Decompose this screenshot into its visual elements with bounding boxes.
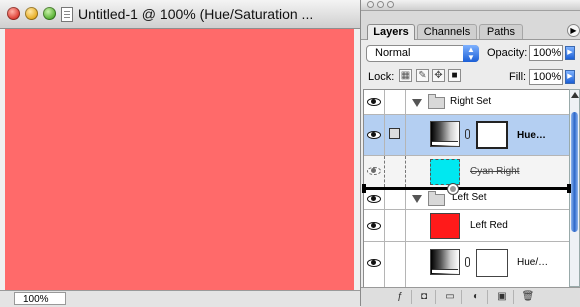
mask-link-chain-icon[interactable] — [465, 129, 470, 139]
add-mask-icon[interactable]: ◘ — [413, 290, 436, 304]
mask-thumbnail[interactable] — [476, 249, 508, 277]
visibility-cell[interactable] — [364, 188, 385, 209]
layer-name: Right Set — [450, 96, 492, 107]
grab-cursor-icon — [447, 183, 459, 195]
scroll-thumb[interactable] — [571, 112, 578, 232]
link-cell[interactable] — [385, 156, 406, 187]
document-status-bar: 100% — [0, 290, 360, 307]
visibility-eye-icon[interactable] — [367, 222, 381, 230]
insertion-line-cap — [567, 184, 571, 193]
close-button-icon[interactable] — [7, 7, 20, 20]
palette-title-bar[interactable] — [361, 0, 580, 11]
layer-name: Hue… — [517, 130, 546, 141]
mask-link-chain-icon[interactable] — [465, 257, 470, 267]
visibility-cell[interactable] — [364, 90, 385, 114]
document-title-bar[interactable]: Untitled-1 @ 100% (Hue/Saturation ... — [0, 0, 360, 29]
link-cell[interactable] — [385, 242, 406, 288]
fill-slider-arrow-icon[interactable]: ▶ — [565, 70, 575, 84]
new-set-folder-icon[interactable]: ▭ — [439, 290, 462, 304]
layer-set-folder-icon — [428, 94, 445, 109]
link-cell[interactable] — [385, 90, 406, 114]
tab-layers[interactable]: Layers — [367, 24, 415, 40]
lock-label: Lock: — [368, 71, 395, 83]
layer-name: Cyan Right — [470, 166, 520, 177]
link-cell[interactable] — [385, 210, 406, 241]
layer-row-left-set[interactable]: Left Set — [364, 188, 569, 210]
trash-icon[interactable]: 🗑 — [517, 290, 539, 304]
layer-style-icon[interactable]: ƒ — [389, 290, 412, 304]
layer-name: Hue/… — [517, 257, 549, 268]
fill-field[interactable]: 100% — [529, 69, 563, 85]
palette-footer: ƒ ◘ ▭ ◐ ▣ 🗑 — [361, 287, 580, 307]
minimize-button-icon[interactable] — [25, 7, 38, 20]
lock-transparency-icon[interactable]: ▦ — [399, 69, 412, 82]
palette-tabs: Layers Channels Paths ▶ — [361, 11, 580, 40]
lock-position-move-icon[interactable]: ✥ — [432, 69, 445, 82]
zoom-level-field[interactable]: 100% — [14, 292, 66, 305]
layer-mask-indicator-icon — [389, 128, 400, 139]
visibility-eye-icon[interactable] — [367, 195, 381, 203]
layer-set-folder-icon — [428, 191, 445, 206]
document-window: Untitled-1 @ 100% (Hue/Saturation ... 10… — [0, 0, 361, 307]
layer-row-cyan-right[interactable]: Cyan Right — [364, 156, 569, 188]
mask-thumbnail[interactable] — [476, 121, 508, 149]
lock-row: Lock: ▦ ✎ ✥ ■ Fill: 100% ▶ — [361, 68, 580, 88]
layer-name: Left Red — [470, 220, 508, 231]
lock-all-padlock-icon[interactable]: ■ — [448, 69, 461, 82]
blend-mode-select[interactable]: Normal ▲ ▼ — [366, 45, 479, 62]
visibility-eye-icon[interactable] — [367, 259, 381, 267]
opacity-slider-arrow-icon[interactable]: ▶ — [565, 46, 575, 60]
link-cell[interactable] — [385, 188, 406, 209]
link-cell[interactable] — [385, 115, 406, 155]
visibility-cell[interactable] — [364, 156, 385, 187]
layer-row-hue-adjustment[interactable]: Hue… — [364, 115, 569, 156]
scroll-up-arrow-icon[interactable] — [571, 92, 579, 98]
layer-row-right-set[interactable]: Right Set — [364, 90, 569, 115]
layer-name: Left Set — [452, 192, 487, 203]
expand-triangle-icon[interactable] — [412, 195, 422, 203]
insertion-line-cap — [362, 184, 366, 193]
opacity-field[interactable]: 100% — [529, 45, 563, 61]
palette-menu-arrow-icon[interactable]: ▶ — [567, 24, 580, 37]
layer-row-left-red[interactable]: Left Red — [364, 210, 569, 242]
document-proxy-icon[interactable] — [61, 7, 73, 22]
visibility-cell[interactable] — [364, 210, 385, 241]
layer-row-hue-adjustment-left[interactable]: Hue/… — [364, 242, 569, 288]
visibility-eye-icon[interactable] — [367, 98, 381, 106]
palette-minimize-icon[interactable] — [377, 1, 384, 8]
image-canvas[interactable] — [5, 29, 354, 290]
adjustment-thumbnail[interactable] — [430, 121, 460, 147]
expand-triangle-icon[interactable] — [412, 99, 422, 107]
visibility-cell[interactable] — [364, 115, 385, 155]
new-adjustment-layer-icon[interactable]: ◐ — [465, 290, 488, 304]
blend-mode-value: Normal — [375, 47, 411, 59]
fill-label: Fill: — [509, 71, 527, 83]
layers-palette: Layers Channels Paths ▶ Normal ▲ ▼ Opacit… — [361, 0, 580, 307]
document-title: Untitled-1 @ 100% (Hue/Saturation ... — [78, 6, 314, 22]
opacity-label: Opacity: — [487, 47, 528, 59]
tab-channels[interactable]: Channels — [417, 24, 477, 39]
drag-insertion-line — [362, 184, 571, 193]
palette-zoom-icon[interactable] — [387, 1, 394, 8]
visibility-eye-icon[interactable] — [367, 131, 381, 139]
layer-thumbnail[interactable] — [430, 213, 460, 239]
palette-close-icon[interactable] — [367, 1, 374, 8]
lock-image-brush-icon[interactable]: ✎ — [416, 69, 429, 82]
adjustment-thumbnail[interactable] — [430, 249, 460, 275]
tab-paths[interactable]: Paths — [479, 24, 523, 39]
zoom-button-icon[interactable] — [43, 7, 56, 20]
layer-thumbnail[interactable] — [430, 159, 460, 185]
visibility-eye-icon[interactable] — [367, 167, 381, 175]
select-arrows-icon: ▲ ▼ — [463, 45, 479, 62]
new-layer-icon[interactable]: ▣ — [491, 290, 514, 304]
visibility-cell[interactable] — [364, 242, 385, 288]
